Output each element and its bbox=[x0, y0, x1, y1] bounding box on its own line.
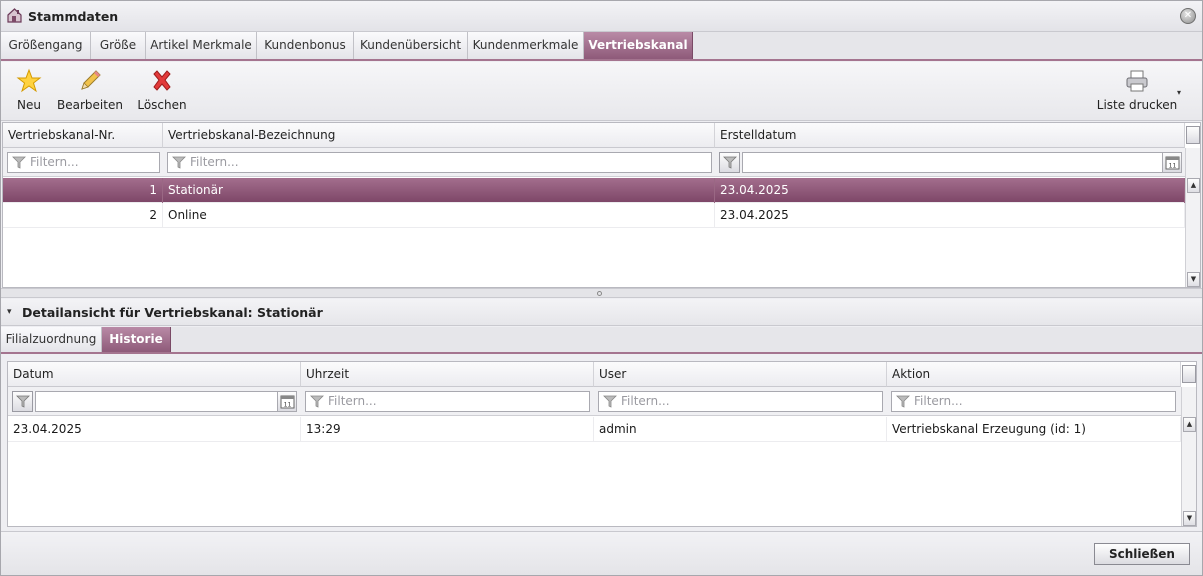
tab-historie[interactable]: Historie bbox=[102, 327, 171, 352]
scroll-up-icon[interactable]: ▲ bbox=[1183, 417, 1196, 432]
collapse-icon[interactable]: ▾ bbox=[7, 307, 12, 317]
column-header-aktion[interactable]: Aktion bbox=[887, 362, 1181, 387]
dialog-footer: Schließen bbox=[1, 531, 1202, 575]
detail-tab-bar: Filialzuordnung Historie bbox=[1, 327, 1202, 354]
table-row[interactable]: 1 Stationär 23.04.2025 bbox=[3, 178, 1185, 203]
detail-panel-header[interactable]: ▾ Detailansicht für Vertriebskanal: Stat… bbox=[1, 299, 1202, 326]
delete-x-icon bbox=[153, 70, 171, 91]
vertical-scrollbar[interactable]: ▲ ▼ bbox=[1185, 148, 1200, 287]
vertriebskanal-grid: Vertriebskanal-Nr. Vertriebskanal-Bezeic… bbox=[2, 122, 1201, 288]
detail-title: Detailansicht für Vertriebskanal: Statio… bbox=[22, 305, 323, 320]
filter-user-placeholder: Filtern... bbox=[621, 394, 670, 408]
cell-user: admin bbox=[594, 417, 887, 442]
filter-icon bbox=[12, 156, 26, 169]
cell-datum: 23.04.2025 bbox=[8, 417, 301, 442]
house-icon bbox=[7, 8, 22, 23]
cell-uhrzeit: 13:29 bbox=[301, 417, 594, 442]
svg-text:11: 11 bbox=[1169, 163, 1177, 170]
grip-icon bbox=[597, 291, 602, 296]
column-header-user[interactable]: User bbox=[594, 362, 887, 387]
delete-button[interactable]: Löschen bbox=[135, 62, 189, 120]
pencil-icon bbox=[81, 70, 101, 90]
toolbar: Neu Bearbeiten Löschen Liste drucken ▾ bbox=[1, 62, 1202, 121]
title-bar: Stammdaten ✕ bbox=[1, 1, 1202, 32]
filter-icon bbox=[172, 156, 186, 169]
date-filter-type-button[interactable] bbox=[12, 391, 33, 412]
filter-aktion-placeholder: Filtern... bbox=[914, 394, 963, 408]
column-header-datum[interactable]: Datum bbox=[8, 362, 301, 387]
cell-bezeichnung: Stationär bbox=[163, 178, 715, 203]
scroll-down-icon[interactable]: ▼ bbox=[1183, 511, 1196, 526]
cell-bezeichnung: Online bbox=[163, 203, 715, 228]
date-filter-input[interactable]: 11 bbox=[35, 391, 297, 412]
filter-bezeichnung-input[interactable]: Filtern... bbox=[167, 152, 712, 173]
tab-kundenbonus[interactable]: Kundenbonus bbox=[257, 32, 354, 59]
filter-icon bbox=[310, 395, 324, 408]
filter-row: Filtern... Filtern... 11 bbox=[3, 148, 1185, 177]
filter-nr-placeholder: Filtern... bbox=[30, 155, 79, 169]
vertical-scrollbar[interactable]: ▲ ▼ bbox=[1181, 387, 1196, 526]
date-filter-type-button[interactable] bbox=[719, 152, 740, 173]
cell-erstelldatum: 23.04.2025 bbox=[715, 178, 1185, 203]
new-label: Neu bbox=[17, 98, 41, 112]
table-row[interactable]: 2 Online 23.04.2025 bbox=[3, 203, 1185, 228]
delete-label: Löschen bbox=[137, 98, 187, 112]
filter-uhrzeit-placeholder: Filtern... bbox=[328, 394, 377, 408]
print-dropdown-caret-icon[interactable]: ▾ bbox=[1177, 88, 1181, 97]
filter-row: 11 Filtern... Filtern... Filtern... bbox=[8, 387, 1181, 416]
tab-kundenmerkmale[interactable]: Kundenmerkmale bbox=[468, 32, 584, 59]
scroll-up-icon[interactable]: ▲ bbox=[1187, 178, 1200, 193]
filter-bezeichnung-placeholder: Filtern... bbox=[190, 155, 239, 169]
column-header-uhrzeit[interactable]: Uhrzeit bbox=[301, 362, 594, 387]
filter-icon bbox=[896, 395, 910, 408]
filter-icon bbox=[16, 395, 30, 408]
window-title: Stammdaten bbox=[28, 9, 119, 24]
print-label: Liste drucken bbox=[1096, 98, 1178, 112]
stammdaten-window: Stammdaten ✕ Größengang Größe Artikel Me… bbox=[0, 0, 1203, 576]
cell-aktion: Vertriebskanal Erzeugung (id: 1) bbox=[887, 417, 1181, 442]
cell-nr: 1 bbox=[3, 178, 163, 203]
filter-icon bbox=[603, 395, 617, 408]
tab-vertriebskanal[interactable]: Vertriebskanal bbox=[584, 32, 693, 59]
main-tab-bar: Größengang Größe Artikel Merkmale Kunden… bbox=[1, 32, 1202, 61]
history-grid: Datum Uhrzeit User Aktion 11 Filtern... … bbox=[7, 361, 1197, 527]
cell-nr: 2 bbox=[3, 203, 163, 228]
tab-filialzuordnung[interactable]: Filialzuordnung bbox=[1, 327, 102, 352]
edit-label: Bearbeiten bbox=[57, 98, 123, 112]
star-icon bbox=[16, 68, 42, 93]
column-header-nr[interactable]: Vertriebskanal-Nr. bbox=[3, 123, 163, 148]
date-filter-input[interactable]: 11 bbox=[742, 152, 1182, 173]
tab-kundenuebersicht[interactable]: Kundenübersicht bbox=[354, 32, 468, 59]
column-menu-icon[interactable] bbox=[1182, 365, 1196, 383]
cell-erstelldatum: 23.04.2025 bbox=[715, 203, 1185, 228]
svg-text:11: 11 bbox=[284, 402, 292, 409]
filter-user-input[interactable]: Filtern... bbox=[598, 391, 883, 412]
table-row[interactable]: 23.04.2025 13:29 admin Vertriebskanal Er… bbox=[8, 417, 1181, 442]
filter-uhrzeit-input[interactable]: Filtern... bbox=[305, 391, 590, 412]
filter-aktion-input[interactable]: Filtern... bbox=[891, 391, 1176, 412]
new-button[interactable]: Neu bbox=[9, 62, 49, 120]
printer-icon bbox=[1126, 70, 1148, 92]
close-icon[interactable]: ✕ bbox=[1180, 8, 1196, 24]
print-list-button[interactable]: Liste drucken bbox=[1095, 62, 1179, 120]
edit-button[interactable]: Bearbeiten bbox=[57, 62, 123, 120]
calendar-icon[interactable]: 11 bbox=[277, 392, 296, 411]
calendar-icon[interactable]: 11 bbox=[1162, 153, 1181, 172]
column-header-bezeichnung[interactable]: Vertriebskanal-Bezeichnung bbox=[163, 123, 715, 148]
filter-nr-input[interactable]: Filtern... bbox=[7, 152, 160, 173]
column-menu-icon[interactable] bbox=[1186, 126, 1200, 144]
scroll-down-icon[interactable]: ▼ bbox=[1187, 272, 1200, 287]
splitter-handle[interactable] bbox=[1, 288, 1202, 298]
close-button[interactable]: Schließen bbox=[1094, 543, 1190, 565]
tab-groesse[interactable]: Größe bbox=[91, 32, 146, 59]
tab-artikel-merkmale[interactable]: Artikel Merkmale bbox=[146, 32, 257, 59]
tab-groessengang[interactable]: Größengang bbox=[1, 32, 91, 59]
column-header-erstelldatum[interactable]: Erstelldatum bbox=[715, 123, 1185, 148]
filter-icon bbox=[723, 156, 737, 169]
